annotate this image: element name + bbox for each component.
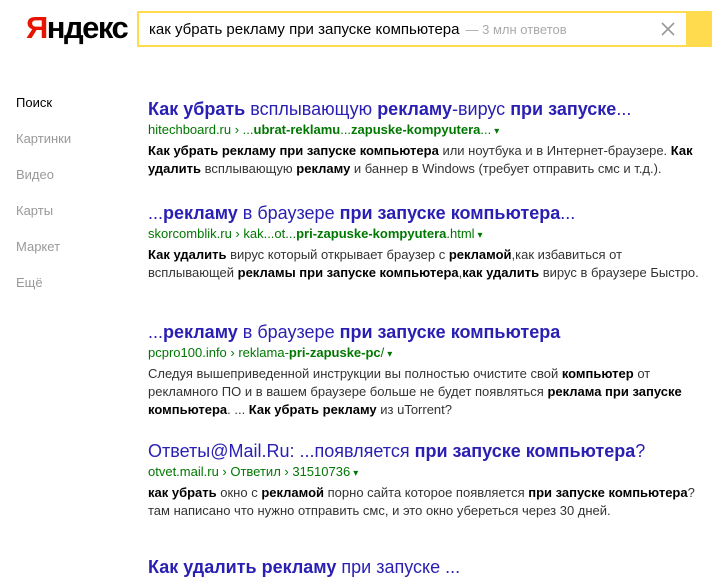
text-fragment: ... (148, 322, 164, 342)
highlighted-text: при запуске компьютера (414, 441, 636, 461)
text-fragment: и баннер в Windows (требует отправить см… (350, 161, 662, 176)
chevron-down-icon[interactable]: ▾ (478, 230, 483, 241)
sidebar-item[interactable]: Поиск (16, 96, 71, 132)
result-url[interactable]: skorcomblik.ru › kak...ot...pri-zapuske-… (148, 225, 703, 244)
search-input[interactable]: как убрать рекламу при запуске компьютер… (137, 11, 688, 47)
text-fragment: в браузере (237, 203, 340, 223)
result-snippet: Как убрать рекламу при запуске компьютер… (148, 142, 703, 178)
highlighted-text: Как удалить рекламу (148, 557, 337, 577)
text-fragment: вирус который открывает браузер с (226, 247, 449, 262)
text-fragment: всплывающую (201, 161, 297, 176)
text-fragment: ... (148, 203, 164, 223)
text-fragment: всплывающую (245, 99, 378, 119)
highlighted-text: рекламу (163, 203, 238, 223)
text-fragment: порно сайта которое появляется (324, 485, 529, 500)
search-query-value: как убрать рекламу при запуске компьютер… (149, 21, 460, 38)
text-fragment: ... (340, 122, 352, 137)
search-result: ...рекламу в браузере при запуске компью… (148, 202, 703, 282)
logo-first-letter: Я (26, 10, 48, 45)
search-result: Как убрать всплывающую рекламу-вирус при… (148, 98, 703, 178)
highlighted-text: Как убрать (148, 99, 246, 119)
highlighted-text: как убрать (148, 485, 217, 500)
text-fragment: / (380, 345, 385, 360)
chevron-down-icon[interactable]: ▾ (353, 468, 358, 479)
text-fragment: окно с (216, 485, 262, 500)
text-fragment: при запуске ... (336, 557, 461, 577)
highlighted-text: pri-zapuske-kompyutera (296, 226, 447, 241)
result-snippet: Следуя вышеприведенной инструкции вы пол… (148, 365, 703, 419)
highlighted-text: при запуске компьютера (339, 203, 561, 223)
text-fragment: или ноутбука и в Интернет-браузере. (438, 143, 671, 158)
result-snippet: Как удалить вирус который открывает брау… (148, 246, 703, 282)
highlighted-text: pri-zapuske-pc (288, 345, 381, 360)
highlighted-text: рекламы при запуске компьютера (237, 265, 459, 280)
search-button[interactable] (688, 11, 712, 47)
sidebar-item[interactable]: Маркет (16, 240, 71, 276)
text-fragment: Следуя вышеприведенной инструкции вы пол… (148, 366, 562, 381)
text-fragment: ... (616, 99, 632, 119)
sidebar-item[interactable]: Видео (16, 168, 71, 204)
highlighted-text: Как убрать рекламу при запуске компьютер… (148, 143, 439, 158)
text-fragment: ... (560, 203, 576, 223)
result-count: — 3 млн ответов (465, 22, 567, 37)
search-result: Ответы@Mail.Ru: ...появляется при запуск… (148, 440, 703, 520)
search-query-text: как убрать рекламу при запуске компьютер… (149, 21, 567, 38)
logo-rest: ндекс (46, 10, 129, 45)
highlighted-text: при запуске компьютера (339, 322, 561, 342)
result-title-link[interactable]: Как убрать всплывающую рекламу-вирус при… (148, 98, 703, 120)
result-snippet: как убрать окно с рекламой порно сайта к… (148, 484, 703, 520)
yandex-logo[interactable]: Яндекс (26, 10, 129, 46)
result-url[interactable]: pcpro100.info › reklama-pri-zapuske-pc/▾ (148, 344, 703, 363)
highlighted-text: при запуске компьютера (528, 485, 688, 500)
result-title-link[interactable]: Ответы@Mail.Ru: ...появляется при запуск… (148, 440, 703, 462)
highlighted-text: рекламу (296, 161, 351, 176)
highlighted-text: компьютер (561, 366, 634, 381)
chevron-down-icon[interactable]: ▾ (387, 349, 392, 360)
text-fragment: Ответы@Mail.Ru: ...появляется (148, 441, 415, 461)
sidebar-item[interactable]: Картинки (16, 132, 71, 168)
search-result: Как удалить рекламу при запуске ... (148, 556, 460, 580)
highlighted-text: Как убрать рекламу (248, 402, 377, 417)
result-title-link[interactable]: Как удалить рекламу при запуске ... (148, 556, 460, 578)
search-result: ...рекламу в браузере при запуске компью… (148, 321, 703, 419)
highlighted-text: рекламой (261, 485, 325, 500)
highlighted-text: Как удалить (148, 247, 227, 262)
text-fragment: otvet.mail.ru › Ответил › 31510736 (148, 464, 351, 479)
highlighted-text: при запуске (510, 99, 617, 119)
text-fragment: .html (446, 226, 475, 241)
text-fragment: -вирус (451, 99, 511, 119)
text-fragment: hitechboard.ru › ... (148, 122, 254, 137)
highlighted-text: ubrat-reklamu (253, 122, 341, 137)
sidebar-item[interactable]: Ещё (16, 276, 71, 312)
text-fragment: вирус в браузере Быстро. (539, 265, 699, 280)
highlighted-text: рекламой (448, 247, 512, 262)
sidebar: Поиск Картинки Видео Карты Маркет Ещё (16, 96, 71, 312)
text-fragment: ? (635, 441, 646, 461)
sidebar-item[interactable]: Карты (16, 204, 71, 240)
text-fragment: . ... (227, 402, 249, 417)
highlighted-text: рекламу (377, 99, 452, 119)
text-fragment: в браузере (237, 322, 340, 342)
text-fragment: ... (480, 122, 492, 137)
result-title-link[interactable]: ...рекламу в браузере при запуске компью… (148, 202, 703, 224)
result-url[interactable]: hitechboard.ru › ...ubrat-reklamu...zapu… (148, 121, 703, 140)
result-url[interactable]: otvet.mail.ru › Ответил › 31510736 ▾ (148, 463, 703, 482)
result-title-link[interactable]: ...рекламу в браузере при запуске компью… (148, 321, 703, 343)
text-fragment: из uTorrent? (376, 402, 453, 417)
close-icon[interactable] (658, 18, 678, 40)
highlighted-text: рекламу (163, 322, 238, 342)
text-fragment: skorcomblik.ru › kak...ot... (148, 226, 297, 241)
highlighted-text: zapuske-kompyutera (351, 122, 481, 137)
chevron-down-icon[interactable]: ▾ (494, 126, 499, 137)
text-fragment: pcpro100.info › reklama- (148, 345, 289, 360)
highlighted-text: как удалить (462, 265, 540, 280)
